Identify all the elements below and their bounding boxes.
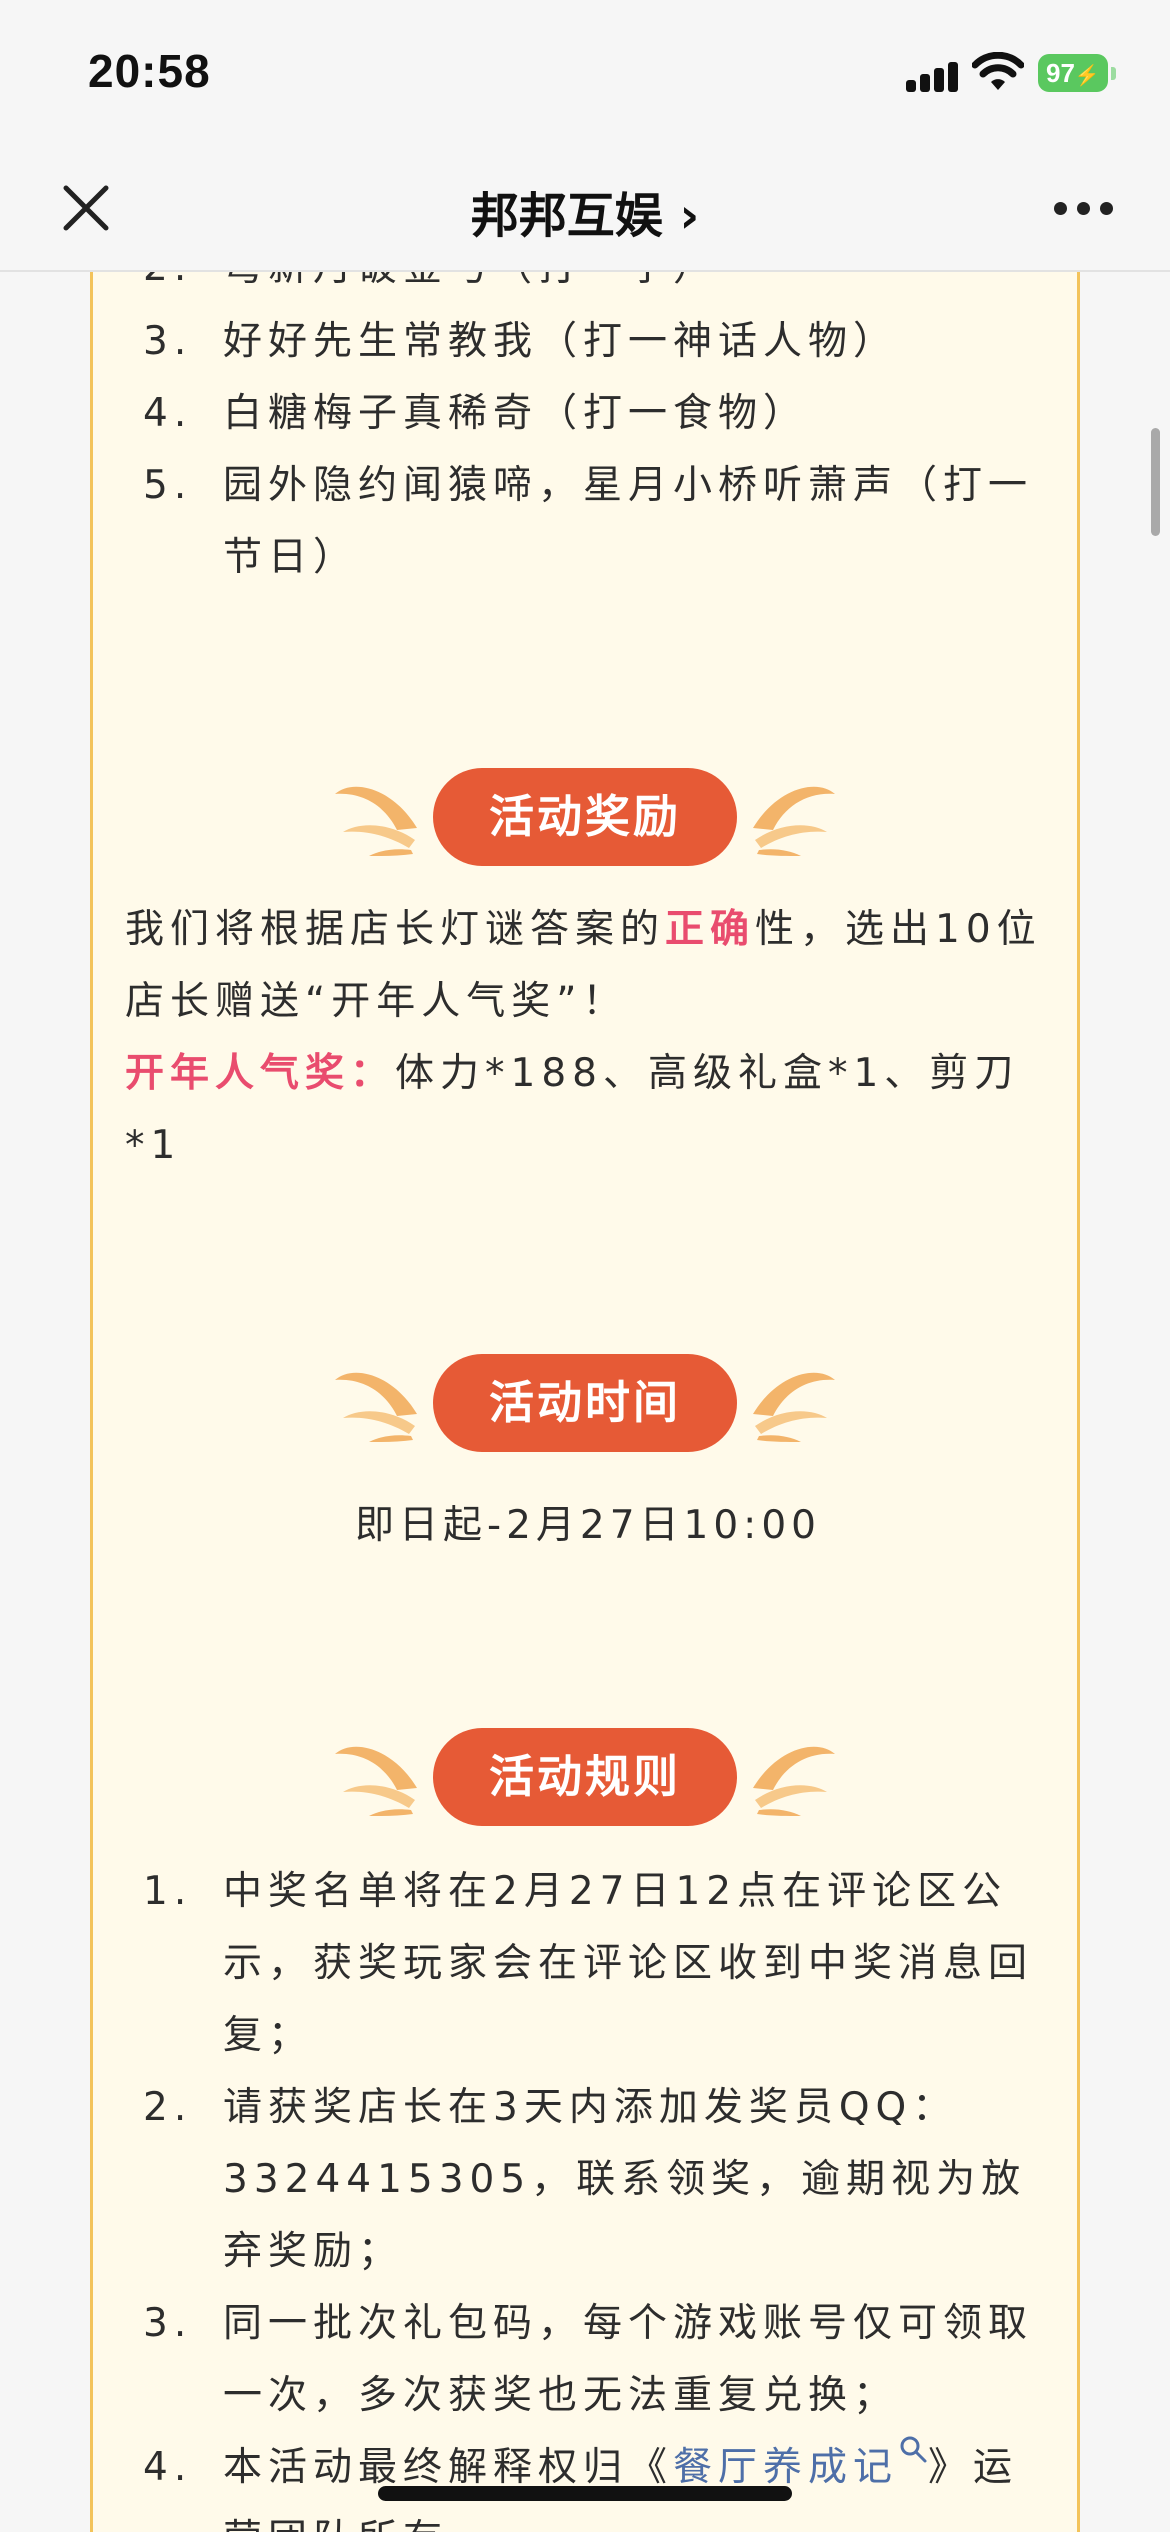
battery-icon: 97⚡ (1038, 54, 1116, 92)
search-icon[interactable] (898, 2434, 928, 2464)
splash-decoration-icon (335, 1746, 417, 1816)
splash-decoration-icon (753, 1746, 835, 1816)
splash-decoration-icon (335, 1372, 417, 1442)
list-text: 好好先生常教我（打一神话人物） (223, 319, 899, 364)
list-item: 3. 好好先生常教我（打一神话人物） (143, 306, 1043, 378)
reward-paragraph: 我们将根据店长灯谜答案的正确性，选出10位店长赠送“开年人气奖”！ (125, 894, 1055, 1038)
list-number: 4. (143, 2445, 193, 2490)
reward-text-before: 我们将根据店长灯谜答案的 (125, 907, 666, 952)
status-bar: 20:58 97⚡ (0, 0, 1170, 150)
reward-highlight: 正确 (665, 907, 756, 952)
list-item: 2. 弯新月破金弓（打一字） (143, 272, 1043, 304)
list-text: 本活动最终解释权归《餐厅养成记》运营团队所有。 (223, 2432, 1043, 2532)
list-text: 中奖名单将在2月27日12点在评论区公示，获奖玩家会在评论区收到中奖消息回复； (223, 1869, 1034, 2058)
nav-bar: 邦邦互娱 › (0, 150, 1170, 272)
section-title: 活动奖励 (433, 768, 737, 866)
scrollbar[interactable] (1151, 428, 1160, 536)
section-heading-reward: 活动奖励 (93, 768, 1077, 868)
battery-level: 97 (1046, 58, 1075, 88)
rule-item: 4. 本活动最终解释权归《餐厅养成记》运营团队所有。 (143, 2432, 1043, 2532)
rule-item: 1. 中奖名单将在2月27日12点在评论区公示，获奖玩家会在评论区收到中奖消息回… (143, 1856, 1043, 2072)
list-text: 请获奖店长在3天内添加发奖员QQ：3324415305，联系领奖，逾期视为放弃奖… (223, 2085, 1027, 2274)
list-text: 园外隐约闻猿啼，星月小桥听萧声（打一节日） (223, 463, 1034, 580)
wifi-icon (972, 52, 1024, 90)
signal-icon (906, 58, 960, 92)
list-number: 1. (143, 1869, 193, 1914)
section-title: 活动时间 (433, 1354, 737, 1452)
list-text: 弯新月破金弓（打一字） (223, 272, 1043, 304)
list-text: 同一批次礼包码，每个游戏账号仅可领取一次，多次获奖也无法重复兑换； (223, 2301, 1034, 2418)
game-link[interactable]: 餐厅养成记 (673, 2445, 898, 2490)
splash-decoration-icon (335, 786, 417, 856)
list-number: 5. (143, 463, 193, 508)
rule-prefix: 本活动最终解释权归《 (223, 2445, 674, 2490)
nav-title[interactable]: 邦邦互娱 › (0, 176, 1170, 246)
list-item: 5. 园外隐约闻猿啼，星月小桥听萧声（打一节日） (143, 450, 1043, 594)
status-time: 20:58 (88, 45, 211, 97)
prize-label: 开年人气奖： (125, 1051, 396, 1096)
section-heading-time: 活动时间 (93, 1354, 1077, 1454)
splash-decoration-icon (753, 1372, 835, 1442)
article-card: 2. 弯新月破金弓（打一字） 3. 好好先生常教我（打一神话人物） 4. 白糖梅… (90, 272, 1080, 2532)
list-number: 2. (143, 2085, 193, 2130)
list-text: 白糖梅子真稀奇（打一食物） (223, 391, 809, 436)
section-title: 活动规则 (433, 1728, 737, 1826)
list-number: 4. (143, 391, 193, 436)
section-heading-rules: 活动规则 (93, 1728, 1077, 1828)
list-number: 2. (143, 272, 223, 304)
splash-decoration-icon (753, 786, 835, 856)
home-indicator[interactable] (378, 2486, 792, 2501)
prize-paragraph: 开年人气奖：体力*188、高级礼盒*1、剪刀*1 (125, 1038, 1055, 1182)
list-number: 3. (143, 319, 193, 364)
activity-time: 即日起-2月27日10:00 (355, 1503, 821, 1548)
more-icon[interactable] (1054, 202, 1114, 216)
rule-item: 3. 同一批次礼包码，每个游戏账号仅可领取一次，多次获奖也无法重复兑换； (143, 2288, 1043, 2432)
charging-bolt-icon: ⚡ (1074, 65, 1100, 87)
list-number: 3. (143, 2301, 193, 2346)
list-item: 4. 白糖梅子真稀奇（打一食物） (143, 378, 1043, 450)
rule-item: 2. 请获奖店长在3天内添加发奖员QQ：3324415305，联系领奖，逾期视为… (143, 2072, 1043, 2288)
